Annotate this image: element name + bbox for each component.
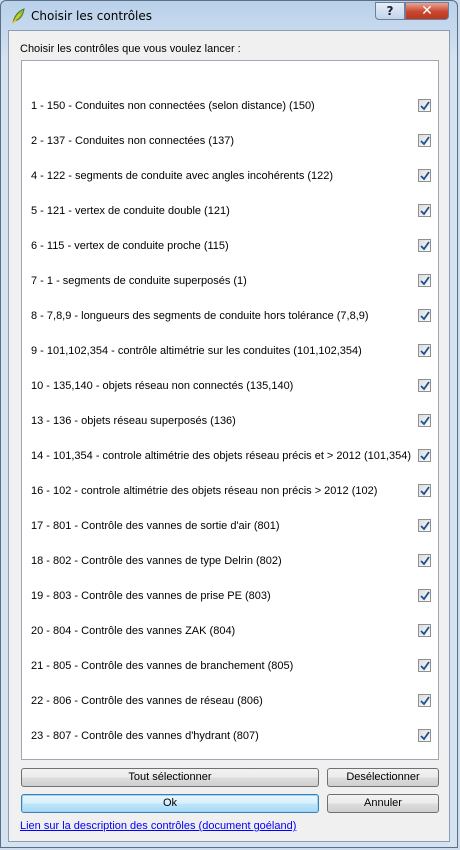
checkbox[interactable] [418,694,431,707]
list-item-label: 4 - 122 - segments de conduite avec angl… [31,170,334,182]
list-item-label: 2 - 137 - Conduites non connectées (137) [31,135,235,147]
checkbox[interactable] [418,309,431,322]
checkbox[interactable] [418,589,431,602]
list-item-label: 10 - 135,140 - objets réseau non connect… [31,380,294,392]
checkbox[interactable] [418,379,431,392]
instruction-label: Choisir les contrôles que vous voulez la… [20,43,241,55]
dialog-body: Choisir les contrôles que vous voulez la… [8,30,450,842]
list-item[interactable]: 1 - 150 - Conduites non connectées (selo… [22,89,438,124]
list-item[interactable]: 20 - 804 - Contrôle des vannes ZAK (804) [22,614,438,649]
ok-button[interactable]: Ok [21,794,319,813]
checkmark-icon [420,311,430,321]
checkbox[interactable] [418,484,431,497]
list-item-label: 14 - 101,354 - controle altimétrie des o… [31,450,412,462]
checkbox[interactable] [418,134,431,147]
checkbox[interactable] [418,624,431,637]
checkmark-icon [420,626,430,636]
list-item-label: 13 - 136 - objets réseau superposés (136… [31,415,236,427]
description-link[interactable]: Lien sur la description des contrôles (d… [20,820,296,832]
list-item[interactable]: 23 - 807 - Contrôle des vannes d'hydrant… [22,719,438,754]
checkmark-icon [420,451,430,461]
list-item-label: 17 - 801 - Contrôle des vannes de sortie… [31,520,280,532]
list-item-label: 1 - 150 - Conduites non connectées (selo… [31,100,315,112]
checkmark-icon [420,556,430,566]
checkmark-icon [420,696,430,706]
checkbox[interactable] [418,239,431,252]
checkbox[interactable] [418,414,431,427]
list-item-label: 22 - 806 - Contrôle des vannes de réseau… [31,695,263,707]
checkbox[interactable] [418,659,431,672]
checkmark-icon [420,241,430,251]
list-item[interactable]: 18 - 802 - Contrôle des vannes de type D… [22,544,438,579]
close-button[interactable]: ✕ [405,2,449,20]
list-item-label: 9 - 101,102,354 - contrôle altimétrie su… [31,345,362,357]
list-item[interactable]: 19 - 803 - Contrôle des vannes de prise … [22,579,438,614]
checkmark-icon [420,591,430,601]
list-item[interactable]: 5 - 121 - vertex de conduite double (121… [22,194,438,229]
checkbox[interactable] [418,169,431,182]
checkmark-icon [420,171,430,181]
list-item-label: 21 - 805 - Contrôle des vannes de branch… [31,660,294,672]
list-item-label: 7 - 1 - segments de conduite superposés … [31,275,247,287]
checkmark-icon [420,661,430,671]
list-item[interactable]: 10 - 135,140 - objets réseau non connect… [22,369,438,404]
list-item-label: 8 - 7,8,9 - longueurs des segments de co… [31,310,369,322]
list-item[interactable]: 17 - 801 - Contrôle des vannes de sortie… [22,509,438,544]
checkbox[interactable] [418,99,431,112]
checkmark-icon [420,101,430,111]
checkmark-icon [420,416,430,426]
checkmark-icon [420,346,430,356]
checkmark-icon [420,206,430,216]
list-item[interactable]: 4 - 122 - segments de conduite avec angl… [22,159,438,194]
list-item[interactable]: 22 - 806 - Contrôle des vannes de réseau… [22,684,438,719]
checkbox[interactable] [418,344,431,357]
checkbox[interactable] [418,519,431,532]
list-item[interactable]: 16 - 102 - controle altimétrie des objet… [22,474,438,509]
list-item-label: 18 - 802 - Contrôle des vannes de type D… [31,555,282,567]
title-bar[interactable]: Choisir les contrôles ? ✕ [1,1,457,31]
checkbox[interactable] [418,554,431,567]
deselect-button[interactable]: Desélectionner [327,768,439,787]
checkmark-icon [420,486,430,496]
list-item-label: 20 - 804 - Contrôle des vannes ZAK (804) [31,625,236,637]
list-item-label: 5 - 121 - vertex de conduite double (121… [31,205,230,217]
list-item[interactable]: 9 - 101,102,354 - contrôle altimétrie su… [22,334,438,369]
list-item-label: 19 - 803 - Contrôle des vannes de prise … [31,590,271,602]
list-item[interactable]: 8 - 7,8,9 - longueurs des segments de co… [22,299,438,334]
list-item[interactable]: 14 - 101,354 - controle altimétrie des o… [22,439,438,474]
checkmark-icon [420,731,430,741]
checkmark-icon [420,381,430,391]
select-all-button[interactable]: Tout sélectionner [21,768,319,787]
checkbox[interactable] [418,204,431,217]
app-leaf-icon [12,8,25,24]
list-item[interactable]: 21 - 805 - Contrôle des vannes de branch… [22,649,438,684]
checkbox[interactable] [418,449,431,462]
list-item[interactable]: 7 - 1 - segments de conduite superposés … [22,264,438,299]
checkmark-icon [420,136,430,146]
checkbox[interactable] [418,274,431,287]
list-item-label: 6 - 115 - vertex de conduite proche (115… [31,240,229,252]
checkbox[interactable] [418,729,431,742]
dialog-window: Choisir les contrôles ? ✕ Choisir les co… [0,0,458,848]
help-button[interactable]: ? [375,2,405,20]
list-item[interactable]: 2 - 137 - Conduites non connectées (137) [22,124,438,159]
checkmark-icon [420,521,430,531]
list-item-label: 23 - 807 - Contrôle des vannes d'hydrant… [31,730,259,742]
checkmark-icon [420,276,430,286]
list-item[interactable]: 6 - 115 - vertex de conduite proche (115… [22,229,438,264]
cancel-button[interactable]: Annuler [327,794,439,813]
controls-list: 1 - 150 - Conduites non connectées (selo… [21,60,439,760]
list-item-label: 16 - 102 - controle altimétrie des objet… [31,485,378,497]
window-title: Choisir les contrôles [31,9,153,23]
list-item[interactable]: 13 - 136 - objets réseau superposés (136… [22,404,438,439]
